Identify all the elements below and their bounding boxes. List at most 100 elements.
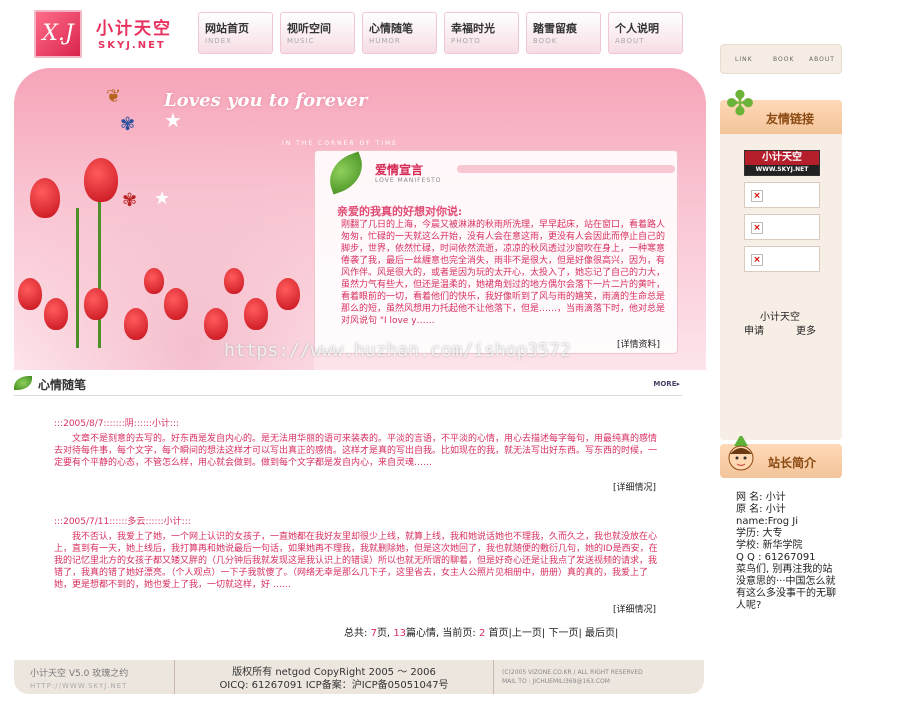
nav-sublabel: MUSIC (287, 37, 315, 45)
nav-index[interactable]: 网站首页 INDEX (198, 12, 273, 54)
owner-school: 学校: 新华学院 (736, 540, 803, 551)
owner-title: 站长简介 (768, 456, 817, 470)
nav-label: 网站首页 (205, 22, 249, 35)
friend-link-slot[interactable]: × (744, 182, 820, 208)
owner-header: 站长简介 (720, 436, 842, 478)
nav-music[interactable]: 视听空间 MUSIC (280, 12, 355, 54)
pager-current-label: 当前页: (442, 628, 476, 639)
love-card-title: 爱情宣言 (375, 163, 424, 177)
post-more-link[interactable]: [详细情况] (613, 480, 656, 493)
avatar-icon (728, 436, 754, 471)
star-icon: ★ (154, 188, 171, 209)
owner-english-name: name:Frog Ji (736, 516, 799, 527)
footer-rights: (C)2005 VIZONE.CO.KR / ALL RIGHT RESERVE… (502, 668, 643, 686)
broken-image-icon: × (751, 254, 763, 266)
owner-realname: 原 名: 小计 (736, 504, 786, 515)
about-link[interactable]: ABOUT (809, 56, 835, 63)
nav-humor[interactable]: 心情随笔 HUMOR (362, 12, 437, 54)
more-friends-link[interactable]: 更多 (796, 322, 816, 337)
tulip-illustration (14, 128, 314, 370)
footer: 小计天空 V5.0 玫瑰之约 HTTP://WWW.SKYJ.NET 版权所有 … (14, 660, 704, 694)
nav-label: 幸福时光 (451, 22, 495, 35)
friend-logo-url: WWW.SKYJ.NET (745, 165, 819, 175)
divider (457, 165, 675, 173)
banner-slogan: Loves you to forever (164, 90, 368, 111)
owner-nickname: 网 名: 小计 (736, 492, 786, 503)
friend-logo-text: 小计天空 (762, 152, 802, 163)
nav-label: 踏雪留痕 (533, 22, 577, 35)
love-more-link[interactable]: [详情资料] (617, 337, 660, 350)
pager-per-page: 13 (393, 628, 407, 639)
mail-line[interactable]: MAIL TO : JICHUEMILI369@163.COM (502, 677, 643, 686)
nav-sublabel: PHOTO (451, 37, 481, 45)
friend-links-title: 友情链接 (766, 112, 815, 126)
pager-links[interactable]: 首页|上一页| 下一页| 最后页| (489, 628, 619, 639)
love-card-subtitle: LOVE MANIFESTO (375, 177, 442, 184)
love-card-header: 爱情宣言 LOVE MANIFESTO (322, 151, 677, 195)
broken-image-icon: × (751, 222, 763, 234)
nav-sublabel: ABOUT (615, 37, 645, 45)
mood-section-header: 心情随笔 MORE▸ (14, 370, 682, 396)
clover-icon: ✤ (725, 84, 755, 124)
post-meta[interactable]: :::2005/8/7:::::::阴::::::小计::: (54, 416, 658, 429)
nav-label: 视听空间 (287, 22, 331, 35)
logo-subtitle: SKYJ.NET (98, 40, 166, 51)
post-item: :::2005/7/11::::::多云::::::小计::: 我不否认，我爱上… (54, 514, 658, 615)
footer-site-url: HTTP://WWW.SKYJ.NET (30, 682, 128, 690)
love-text: 刚翻了几日的上海，今晨又被淋淋的秋雨所洗理，早早起床，站在窗口，看着路人匆匆，忙… (341, 220, 666, 326)
link-link[interactable]: LINK (735, 56, 753, 63)
sidebar-top-links: LINK BOOK ABOUT (720, 44, 842, 74)
nav-sublabel: HUMOR (369, 37, 401, 45)
leaf-icon (322, 151, 370, 195)
friend-link-slot[interactable]: × (744, 214, 820, 240)
copyright-text: 版权所有 netgod CopyRight 2005 ～ 2006 (232, 667, 436, 678)
love-heading: 亲爱的我真的好想对你说: (337, 205, 463, 218)
post-item: :::2005/8/7:::::::阴::::::小计::: 文章不是刻意的去写… (54, 416, 658, 496)
footer-copyright: 版权所有 netgod CopyRight 2005 ～ 2006 OICQ: … (174, 660, 494, 694)
owner-info: 网 名: 小计 原 名: 小计 name:Frog Ji 学历: 大专 学校: … (736, 492, 836, 612)
logo-title: 小计天空 (96, 19, 172, 39)
book-link[interactable]: BOOK (773, 56, 794, 63)
nav-label: 心情随笔 (369, 22, 413, 35)
pager-per-page-unit: 篇心情, (406, 628, 440, 639)
banner-slogan-sub: IN THE CORNER OF TIME (282, 140, 398, 147)
friend-logo-banner[interactable]: 小计天空 WWW.SKYJ.NET (744, 150, 820, 176)
nav-about[interactable]: 个人说明 ABOUT (608, 12, 683, 54)
nav-sublabel: INDEX (205, 37, 232, 45)
post-more-link[interactable]: [详细情况] (613, 602, 656, 615)
site-logo[interactable]: X.J 小计天空 SKYJ.NET (34, 10, 184, 60)
post-body: 文章不是刻意的去写的。好东西是发自内心的。是无法用华丽的语可来装表的。平淡的言语… (54, 434, 658, 468)
broken-image-icon: × (751, 190, 763, 202)
logo-mark-icon: X.J (34, 10, 82, 58)
friend-links-header: ✤ 友情链接 (720, 86, 842, 134)
friend-site-name[interactable]: 小计天空 (760, 308, 800, 323)
hero-banner: ❦ ✾ ✾ ★ ★ Loves you to forever IN THE CO… (14, 68, 706, 370)
more-link[interactable]: MORE▸ (653, 380, 680, 388)
section-title: 心情随笔 (38, 378, 87, 392)
apply-link[interactable]: 申请 (744, 322, 764, 337)
butterfly-icon: ❦ (106, 86, 122, 107)
post-meta[interactable]: :::2005/7/11::::::多云::::::小计::: (54, 514, 658, 527)
watermark: https://www.huzhan.com/ishop3572 (224, 340, 571, 361)
owner-education: 学历: 大专 (736, 528, 783, 539)
leaf-icon (14, 376, 32, 390)
footer-site-title: 小计天空 V5.0 玫瑰之约 (30, 669, 129, 679)
nav-label: 个人说明 (615, 22, 659, 35)
rights-line: (C)2005 VIZONE.CO.KR / ALL RIGHT RESERVE… (502, 669, 643, 676)
owner-message: 菜鸟们, 别再注我的站 没意思的···中国怎么就 有这么多没事干的无聊 人呢? (736, 564, 836, 611)
love-manifesto-card: 爱情宣言 LOVE MANIFESTO 亲爱的我真的好想对你说: 刚翻了几日的上… (314, 150, 678, 354)
pager-current: 2 (478, 628, 486, 639)
owner-qq: Q Q : 61267091 (736, 552, 816, 563)
star-icon: ★ (164, 108, 182, 132)
pagination: 总共: 7页, 13篇心情, 当前页: 2 首页|上一页| 下一页| 最后页| (344, 624, 618, 639)
nav-sublabel: BOOK (533, 37, 558, 45)
nav-photo[interactable]: 幸福时光 PHOTO (444, 12, 519, 54)
post-body: 我不否认，我爱上了她，一个网上认识的女孩子，一直她都在我好友里却很少上线，就算上… (54, 532, 658, 590)
friend-link-slot[interactable]: × (744, 246, 820, 272)
pager-pages-unit: 页, (376, 628, 391, 639)
butterfly-icon: ✾ (120, 114, 136, 135)
butterfly-icon: ✾ (122, 190, 138, 211)
nav-book[interactable]: 踏雪留痕 BOOK (526, 12, 601, 54)
pager-total-label: 总共: (344, 628, 368, 639)
friend-links-panel: ✤ 友情链接 小计天空 WWW.SKYJ.NET × × × 小计天空 申请 更… (720, 86, 842, 440)
